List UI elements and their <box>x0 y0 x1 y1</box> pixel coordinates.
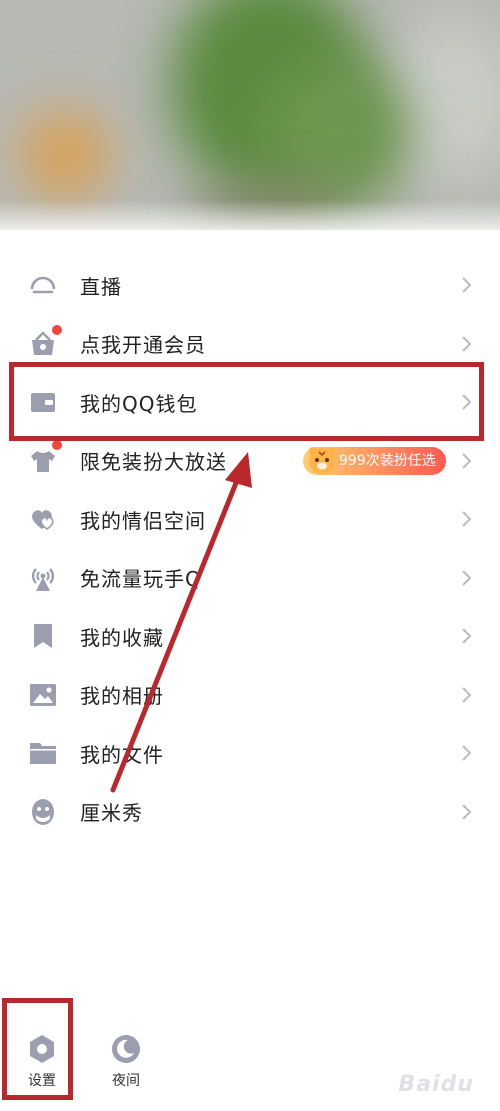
folder-icon <box>28 738 58 768</box>
menu-item-label: 直播 <box>80 274 122 299</box>
chevron-right-icon <box>462 453 472 469</box>
drawer-menu-list: 直播 点我开通会员 我的QQ钱包 限免装扮大放送 999次装扮任选 我的情侣空间… <box>0 256 500 841</box>
qq-side-drawer: 直播 点我开通会员 我的QQ钱包 限免装扮大放送 999次装扮任选 我的情侣空间… <box>0 0 500 1111</box>
live-icon <box>28 270 58 300</box>
menu-item-label: 限免装扮大放送 <box>80 450 227 475</box>
promo-badge-text: 999次装扮任选 <box>339 452 436 469</box>
menu-item-files[interactable]: 我的文件 <box>0 724 500 783</box>
notification-dot <box>52 324 62 335</box>
bookmark-icon <box>28 621 58 651</box>
tiger-mascot-icon <box>309 446 335 474</box>
settings-highlight-box <box>2 998 73 1100</box>
menu-item-label: 厘米秀 <box>80 801 143 826</box>
antenna-icon <box>28 563 58 593</box>
menu-item-couple-space[interactable]: 我的情侣空间 <box>0 490 500 549</box>
chevron-right-icon <box>462 336 472 352</box>
chevron-right-icon <box>462 570 472 586</box>
chevron-right-icon <box>462 628 472 644</box>
wallet-highlight-box <box>9 362 484 441</box>
night-mode-button[interactable]: 夜间 <box>96 1032 156 1090</box>
menu-item-free-data[interactable]: 免流量玩手Q <box>0 549 500 608</box>
chevron-right-icon <box>462 687 472 703</box>
menu-item-label: 我的相册 <box>80 684 164 709</box>
cmshow-avatar-icon <box>28 797 58 827</box>
chevron-right-icon <box>462 511 472 527</box>
couple-heart-icon <box>28 504 58 534</box>
notification-dot <box>52 439 62 450</box>
menu-item-live[interactable]: 直播 <box>0 256 500 315</box>
night-mode-label: 夜间 <box>112 1073 140 1089</box>
promo-badge[interactable]: 999次装扮任选 <box>303 446 446 475</box>
chevron-right-icon <box>462 745 472 761</box>
dress-up-shirt-icon <box>28 439 62 476</box>
vip-shop-icon <box>28 324 62 359</box>
menu-item-label: 我的情侣空间 <box>80 508 206 533</box>
profile-header-background <box>0 0 500 230</box>
chevron-right-icon <box>462 277 472 293</box>
chevron-right-icon <box>462 804 472 820</box>
baidu-watermark: Baidu <box>398 1072 474 1097</box>
menu-item-photo-album[interactable]: 我的相册 <box>0 666 500 725</box>
menu-item-label: 点我开通会员 <box>80 333 206 358</box>
moon-icon <box>112 1035 140 1063</box>
menu-item-label: 免流量玩手Q <box>80 567 202 592</box>
menu-item-label: 我的文件 <box>80 742 164 767</box>
photo-album-icon <box>28 680 58 710</box>
menu-item-cmshow[interactable]: 厘米秀 <box>0 783 500 842</box>
menu-item-favorites[interactable]: 我的收藏 <box>0 607 500 666</box>
menu-item-label: 我的收藏 <box>80 625 164 650</box>
